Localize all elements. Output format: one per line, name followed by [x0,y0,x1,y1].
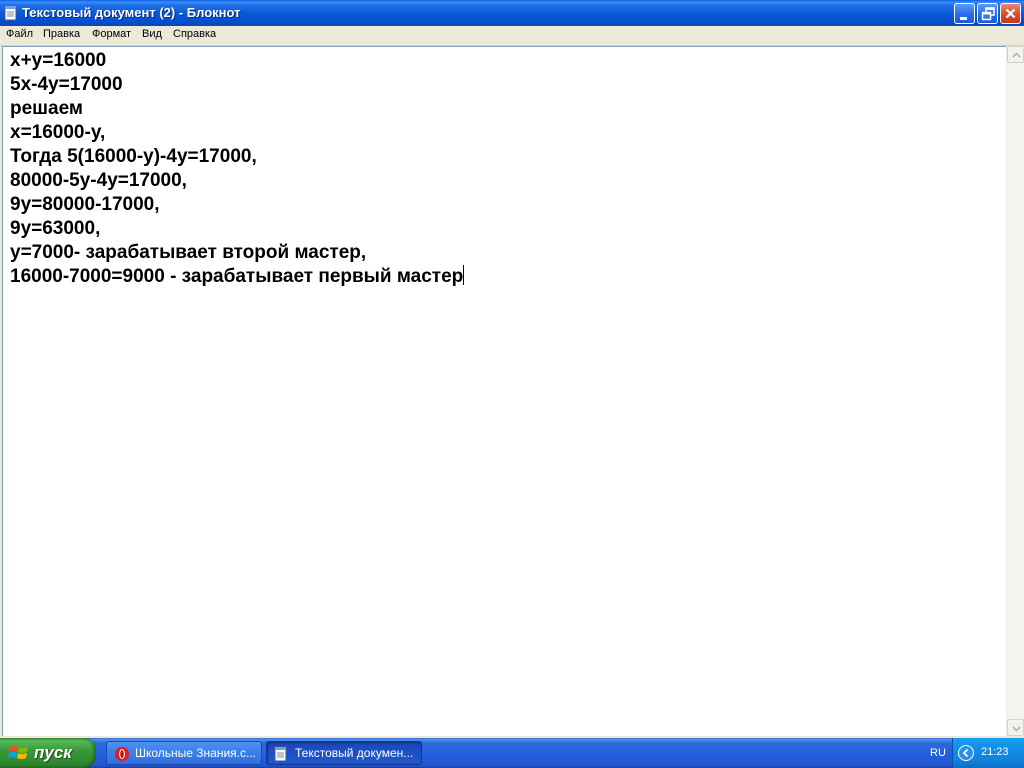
text-line-last: 16000-7000=9000 - зарабатывает первый ма… [10,265,465,289]
taskbar: пуск Школьные Знания.c... Текстовый доку… [0,738,1024,768]
taskbar-item-label: Школьные Знания.c... [135,746,257,760]
menu-bar: Файл Правка Формат Вид Справка [0,26,1024,46]
system-tray: 21:23 [952,738,1024,768]
menu-help[interactable]: Справка [173,28,216,40]
document-text: x+y=16000 5x-4y=17000 решаем x=16000-y, … [10,49,465,289]
taskbar-item-label: Текстовый докумен... [295,746,414,760]
window-title: Текстовый документ (2) - Блокнот [22,5,241,20]
menu-edit[interactable]: Правка [43,28,80,40]
restore-icon [981,7,995,21]
taskbar-item-opera[interactable]: Школьные Знания.c... [106,741,262,765]
text-line: Тогда 5(16000-y)-4y=17000, [10,146,257,167]
chevron-left-icon[interactable] [958,745,974,761]
notepad-window: Текстовый документ (2) - Блокнот Файл Пр… [0,0,1024,738]
close-icon [1005,8,1016,19]
text-line: решаем [10,98,83,119]
opera-icon [114,746,130,767]
start-label: пуск [34,743,72,762]
text-line: 9y=80000-17000, [10,194,160,215]
menu-view[interactable]: Вид [142,28,162,40]
text-line: 5x-4y=17000 [10,74,123,95]
menu-format[interactable]: Формат [92,28,131,40]
chevron-up-icon [1012,52,1021,58]
text-line-content: 16000-7000=9000 - зарабатывает первый ма… [10,266,464,287]
clock[interactable]: 21:23 [981,746,1009,758]
text-editor[interactable]: x+y=16000 5x-4y=17000 решаем x=16000-y, … [2,46,1006,736]
notepad-icon[interactable] [4,5,18,21]
notepad-icon [274,746,288,767]
scroll-up-button[interactable] [1007,46,1024,63]
windows-logo-icon [8,744,30,767]
text-line: x=16000-y, [10,122,106,143]
scroll-down-button[interactable] [1007,719,1024,736]
restore-button[interactable] [977,3,998,24]
minimize-icon [960,17,967,20]
minimize-button[interactable] [954,3,975,24]
text-caret [463,265,465,285]
text-line: 80000-5y-4y=17000, [10,170,187,191]
chevron-down-icon [1012,726,1021,732]
close-button[interactable] [1000,3,1021,24]
taskbar-item-notepad[interactable]: Текстовый докумен... [266,741,422,765]
language-indicator[interactable]: RU [930,747,946,759]
title-bar[interactable]: Текстовый документ (2) - Блокнот [0,0,1024,26]
text-line: y=7000- зарабатывает второй мастер, [10,242,367,263]
vertical-scrollbar[interactable] [1006,46,1024,736]
menu-file[interactable]: Файл [6,28,33,40]
text-line: x+y=16000 [10,50,107,71]
start-button[interactable]: пуск [0,738,96,768]
text-line: 9y=63000, [10,218,101,239]
